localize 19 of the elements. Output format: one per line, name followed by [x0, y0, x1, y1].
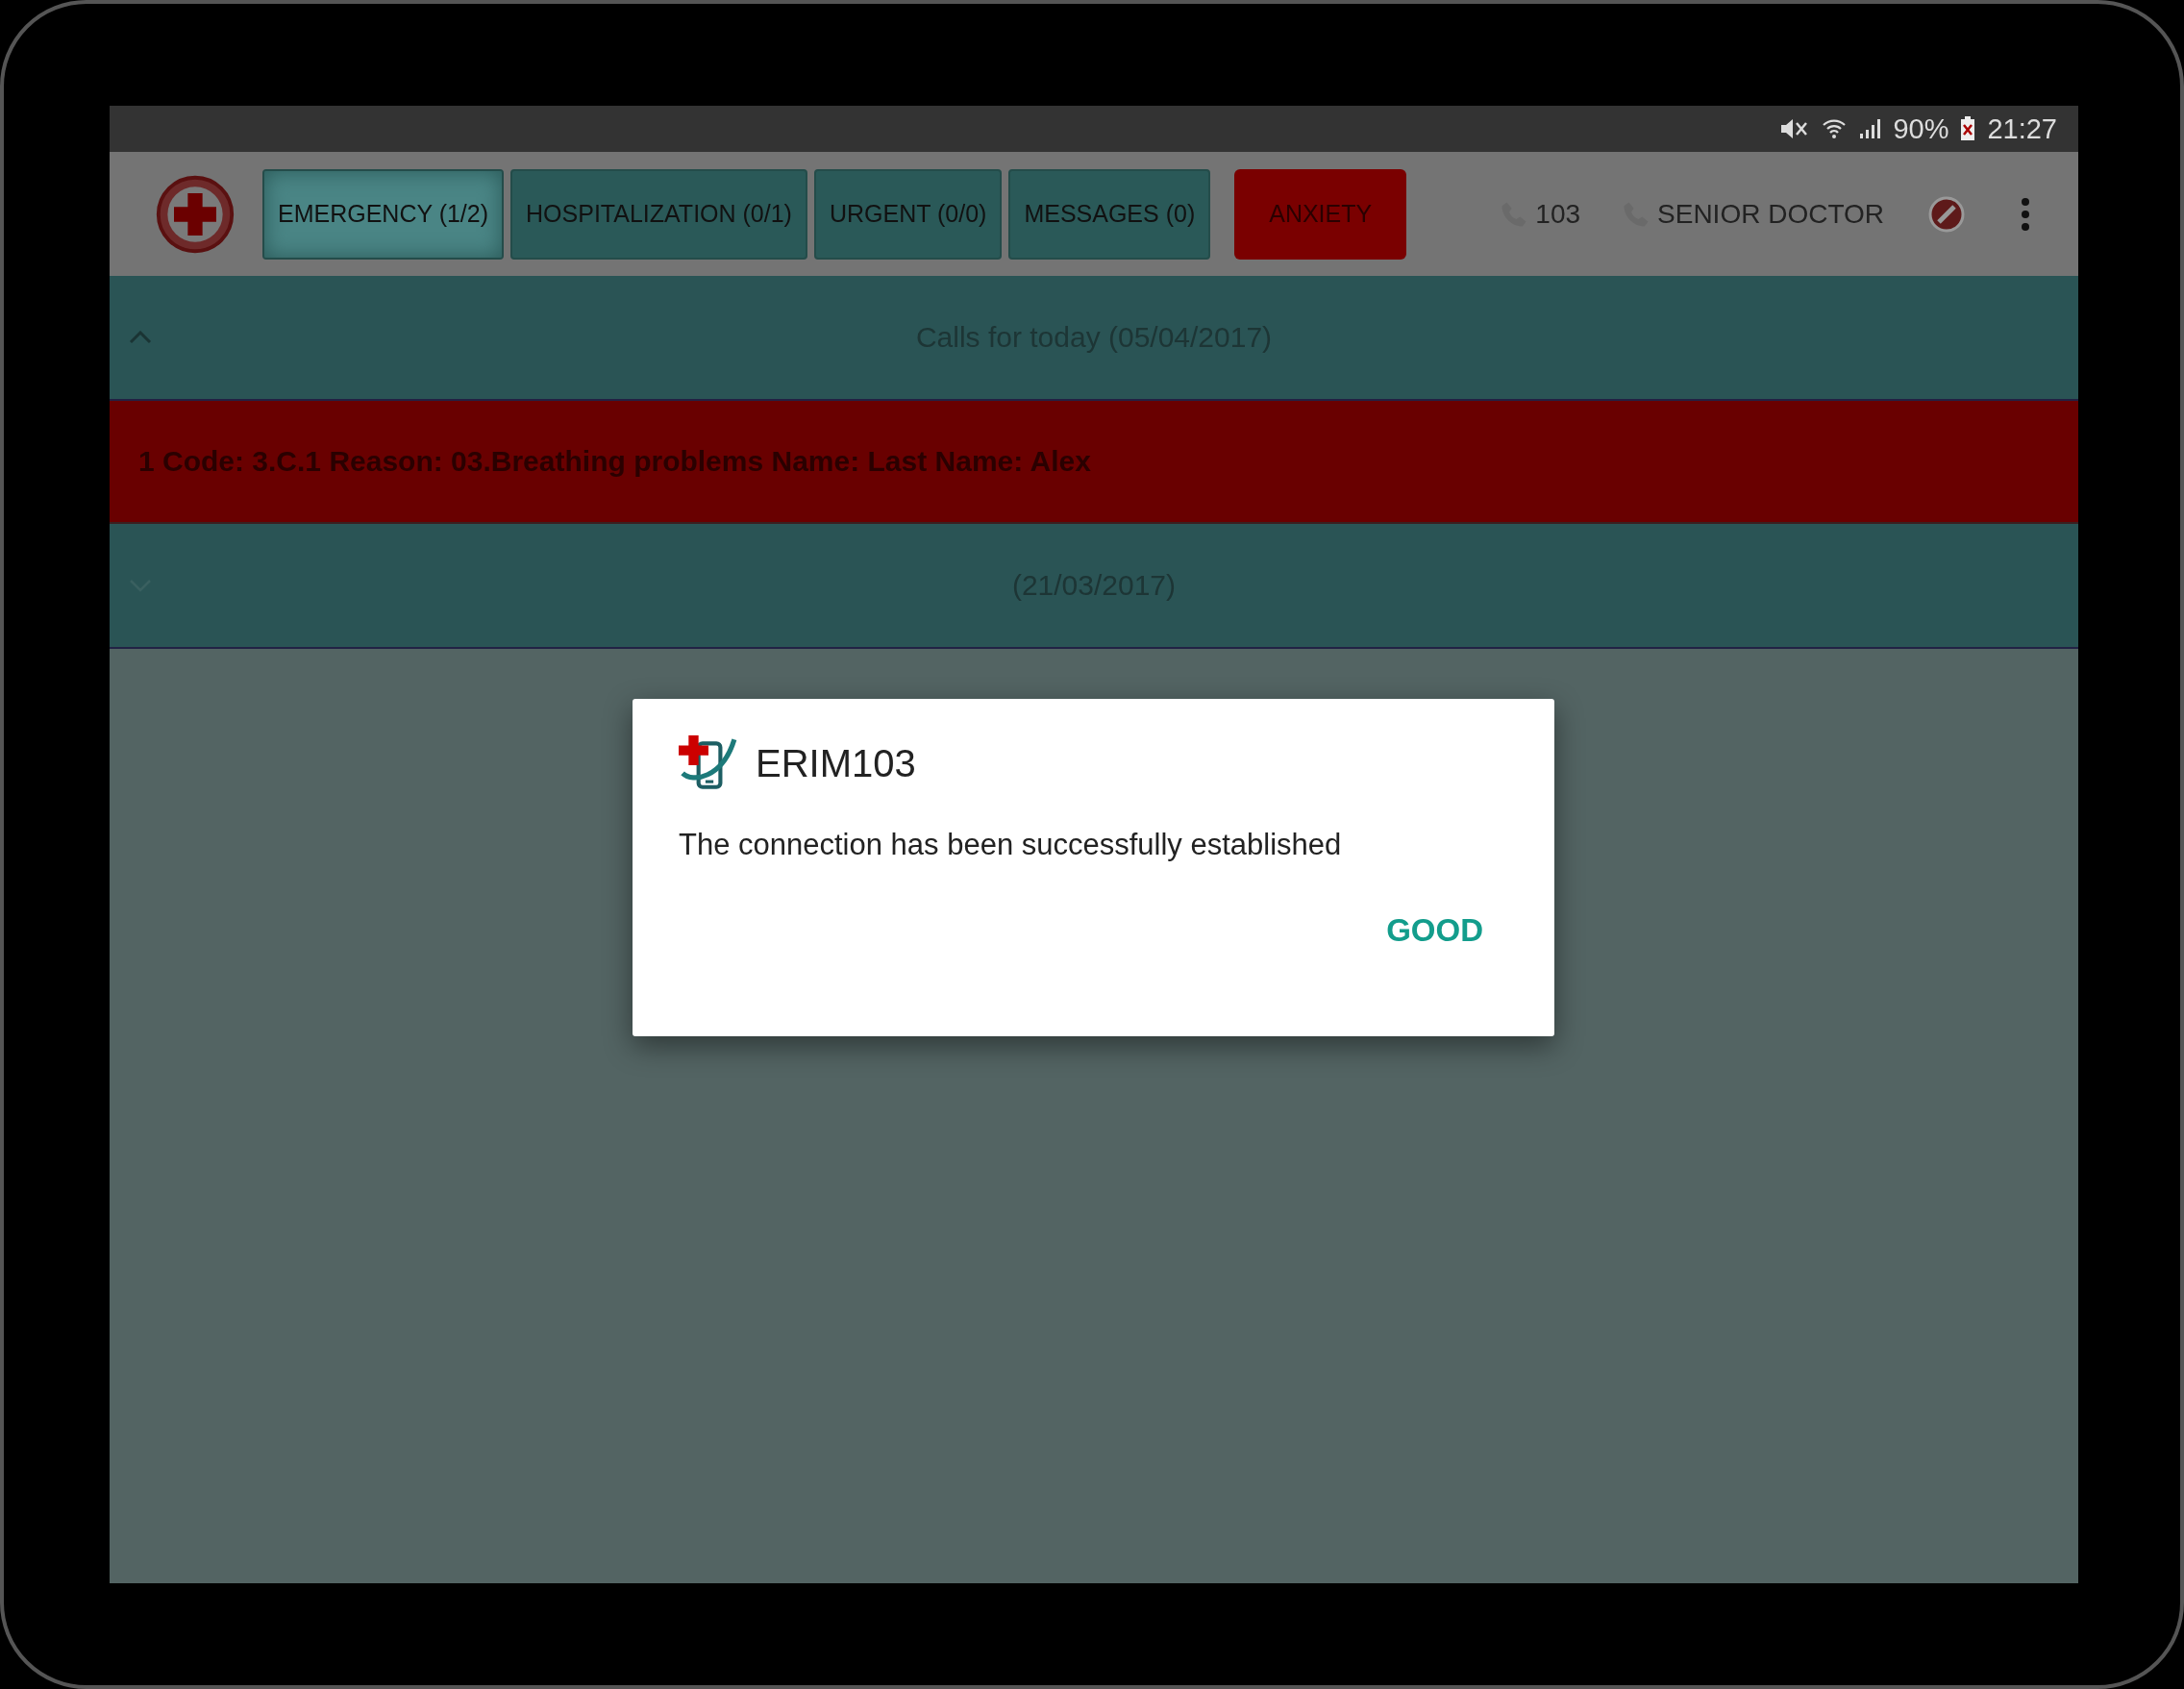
- dialog-title: ERIM103: [756, 741, 916, 785]
- more-menu-icon[interactable]: [2021, 196, 2030, 232]
- tab[interactable]: HOSPITALIZATION (0/1): [510, 168, 807, 260]
- battery-percent: 90%: [1893, 112, 1949, 145]
- call-row[interactable]: 1 Code: 3.C.1 Reason: 03.Breathing problems Name: Last Name: Alex: [110, 401, 2078, 524]
- role-label: SENIOR DOCTOR: [1657, 198, 1884, 230]
- tab[interactable]: URGENT (0/0): [813, 168, 1003, 260]
- phone-line: 103: [1535, 198, 1581, 230]
- battery-icon: [1960, 116, 1976, 141]
- call-details: 1 Code: 3.C.1 Reason: 03.Breathing problems Name: Last Name: Alex: [138, 445, 1091, 478]
- clock: 21:27: [1987, 112, 2057, 145]
- wifi-icon: [1822, 117, 1848, 140]
- no-entry-icon[interactable]: [1927, 194, 1966, 234]
- signal-icon: [1858, 117, 1882, 140]
- tab[interactable]: EMERGENCY (1/2): [262, 168, 505, 260]
- alert-button[interactable]: ANXIETY: [1234, 168, 1407, 260]
- tab[interactable]: MESSAGES (0): [1008, 168, 1211, 260]
- good-button[interactable]: GOOD: [1382, 905, 1487, 956]
- dialog-message: The connection has been successfully established: [679, 828, 1343, 862]
